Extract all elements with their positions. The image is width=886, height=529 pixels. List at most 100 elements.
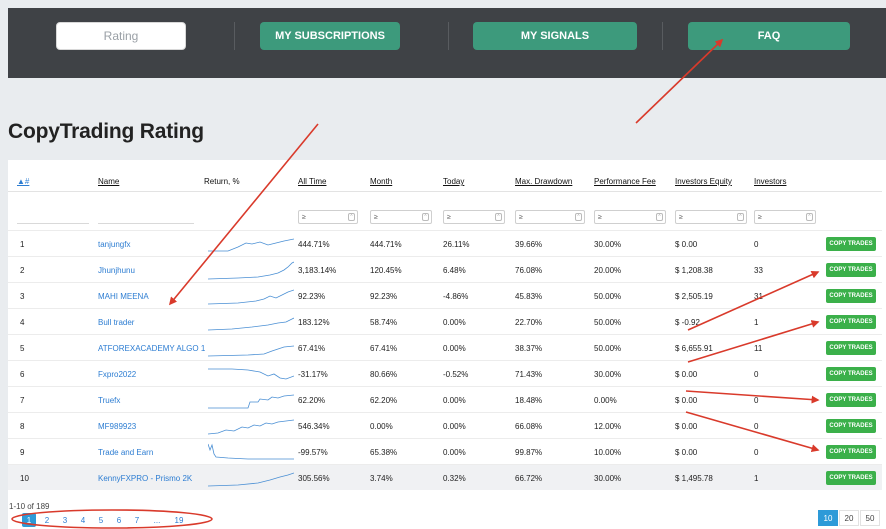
trader-name-link[interactable]: KennyFXPRO - Prismo 2K <box>98 474 192 483</box>
page-1-button[interactable]: 1 <box>22 513 36 527</box>
investors-equity-filter-input[interactable]: ≥ ⌃ <box>675 210 747 224</box>
page-4-button[interactable]: 4 <box>76 513 90 527</box>
copy-trades-button[interactable]: COPY TRADES <box>826 419 876 433</box>
rank-cell: 9 <box>20 448 25 457</box>
max-drawdown-cell: 66.72% <box>515 474 543 483</box>
trader-name-link[interactable]: tanjungfx <box>98 240 130 249</box>
column-header-name[interactable]: Name <box>98 177 119 186</box>
table-row: 4 Bull trader 183.12% 58.74% 0.00% 22.70… <box>8 308 882 334</box>
return-sparkline <box>208 238 294 252</box>
performance-fee-filter-input[interactable]: ≥ ⌃ <box>594 210 666 224</box>
copy-trades-button[interactable]: COPY TRADES <box>826 471 876 485</box>
trader-name-link[interactable]: Jhunjhunu <box>98 266 135 275</box>
column-header-investors-equity[interactable]: Investors Equity <box>675 177 732 186</box>
month-cell: 67.41% <box>370 344 398 353</box>
page-3-button[interactable]: 3 <box>58 513 72 527</box>
copy-trades-button[interactable]: COPY TRADES <box>826 289 876 303</box>
page-7-button[interactable]: 7 <box>130 513 144 527</box>
trader-name-link[interactable]: Fxpro2022 <box>98 370 136 379</box>
copy-trades-button[interactable]: COPY TRADES <box>826 315 876 329</box>
table-row: 8 MF989923 546.34% 0.00% 0.00% 66.08% 12… <box>8 412 882 438</box>
spinner-icon[interactable]: ⌃ <box>656 213 663 221</box>
copy-trades-button[interactable]: COPY TRADES <box>826 393 876 407</box>
rank-cell: 2 <box>20 266 25 275</box>
all-time-cell: 62.20% <box>298 396 326 405</box>
today-cell: 0.00% <box>443 448 466 457</box>
copy-trades-button[interactable]: COPY TRADES <box>826 237 876 251</box>
max-drawdown-cell: 71.43% <box>515 370 543 379</box>
tab-my-signals[interactable]: MY SIGNALS <box>473 22 637 50</box>
column-header-number[interactable]: ▲# <box>17 177 29 186</box>
header-divider <box>8 191 882 192</box>
spinner-icon[interactable]: ⌃ <box>348 213 355 221</box>
all-time-cell: 546.34% <box>298 422 330 431</box>
performance-fee-cell: 10.00% <box>594 448 622 457</box>
today-cell: -4.86% <box>443 292 469 301</box>
nav-separator <box>448 22 449 50</box>
trader-name-link[interactable]: ATFOREXACADEMY ALGO 1 <box>98 344 205 353</box>
table-row: 1 tanjungfx 444.71% 444.71% 26.11% 39.66… <box>8 230 882 256</box>
trader-name-link[interactable]: MAHI MEENA <box>98 292 149 301</box>
number-filter-input[interactable] <box>17 223 89 224</box>
copy-trades-button[interactable]: COPY TRADES <box>826 445 876 459</box>
month-cell: 62.20% <box>370 396 398 405</box>
max-drawdown-cell: 39.66% <box>515 240 543 249</box>
performance-fee-cell: 50.00% <box>594 292 622 301</box>
return-sparkline <box>208 261 294 280</box>
page-size-20-button[interactable]: 20 <box>839 510 859 526</box>
spinner-icon[interactable]: ⌃ <box>737 213 744 221</box>
rank-cell: 4 <box>20 318 25 327</box>
all-time-cell: 3,183.14% <box>298 266 337 275</box>
spinner-icon[interactable]: ⌃ <box>422 213 429 221</box>
investors-equity-cell: $ 2,505.19 <box>675 292 713 301</box>
today-cell: 0.00% <box>443 422 466 431</box>
tab-my-subscriptions[interactable]: MY SUBSCRIPTIONS <box>260 22 400 50</box>
month-cell: 58.74% <box>370 318 398 327</box>
column-header-performance-fee[interactable]: Performance Fee <box>594 177 656 186</box>
page-size-10-button[interactable]: 10 <box>818 510 838 526</box>
copy-trades-button[interactable]: COPY TRADES <box>826 367 876 381</box>
column-header-all-time[interactable]: All Time <box>298 177 326 186</box>
table-row: 5 ATFOREXACADEMY ALGO 1 67.41% 67.41% 0.… <box>8 334 882 360</box>
copy-trades-button[interactable]: COPY TRADES <box>826 263 876 277</box>
month-filter-input[interactable]: ≥ ⌃ <box>370 210 432 224</box>
trader-name-link[interactable]: Trade and Earn <box>98 448 153 457</box>
today-cell: 6.48% <box>443 266 466 275</box>
all-time-filter-input[interactable]: ≥ ⌃ <box>298 210 358 224</box>
investors-cell: 33 <box>754 266 763 275</box>
nav-separator <box>234 22 235 50</box>
max-drawdown-cell: 22.70% <box>515 318 543 327</box>
trader-name-link[interactable]: Bull trader <box>98 318 134 327</box>
return-sparkline <box>208 419 294 435</box>
name-filter-input[interactable] <box>98 223 194 224</box>
page-6-button[interactable]: 6 <box>112 513 126 527</box>
spinner-icon[interactable]: ⌃ <box>495 213 502 221</box>
spinner-icon[interactable]: ⌃ <box>806 213 813 221</box>
column-header-investors[interactable]: Investors <box>754 177 786 186</box>
spinner-icon[interactable]: ⌃ <box>575 213 582 221</box>
month-cell: 120.45% <box>370 266 402 275</box>
today-cell: -0.52% <box>443 370 469 379</box>
column-header-today[interactable]: Today <box>443 177 464 186</box>
tab-faq[interactable]: FAQ <box>688 22 850 50</box>
investors-filter-input[interactable]: ≥ ⌃ <box>754 210 816 224</box>
pagination-info: 1-10 of 189 <box>9 502 50 511</box>
column-header-max-drawdown[interactable]: Max. Drawdown <box>515 177 572 186</box>
all-time-cell: 444.71% <box>298 240 330 249</box>
page-size-50-button[interactable]: 50 <box>860 510 880 526</box>
rank-cell: 10 <box>20 474 29 483</box>
month-cell: 65.38% <box>370 448 398 457</box>
max-drawdown-cell: 45.83% <box>515 292 543 301</box>
page-2-button[interactable]: 2 <box>40 513 54 527</box>
column-header-month[interactable]: Month <box>370 177 392 186</box>
tab-rating[interactable]: Rating <box>56 22 186 50</box>
month-cell: 92.23% <box>370 292 398 301</box>
page-19-button[interactable]: 19 <box>170 513 188 527</box>
page-5-button[interactable]: 5 <box>94 513 108 527</box>
return-sparkline <box>208 368 294 380</box>
max-drawdown-filter-input[interactable]: ≥ ⌃ <box>515 210 585 224</box>
trader-name-link[interactable]: Truefx <box>98 396 120 405</box>
today-filter-input[interactable]: ≥ ⌃ <box>443 210 505 224</box>
trader-name-link[interactable]: MF989923 <box>98 422 136 431</box>
copy-trades-button[interactable]: COPY TRADES <box>826 341 876 355</box>
